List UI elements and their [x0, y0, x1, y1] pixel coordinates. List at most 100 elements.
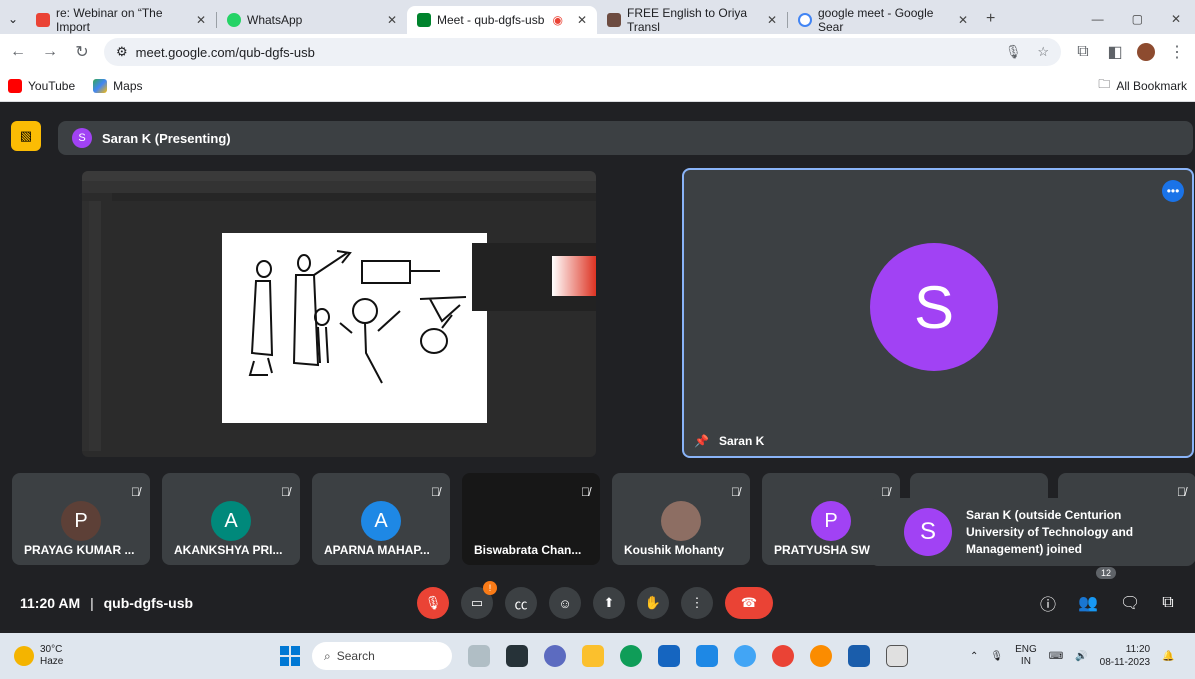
microphone-icon[interactable]: 🎙: [990, 651, 1003, 662]
app-icon[interactable]: [696, 645, 718, 667]
window-close-button[interactable]: ✕: [1171, 12, 1181, 26]
close-icon[interactable]: ✕: [767, 13, 777, 27]
google-icon: [798, 13, 812, 27]
edge-icon[interactable]: [620, 645, 642, 667]
menu-dots-icon[interactable]: ⋮: [1167, 42, 1187, 62]
stop-presenting-icon[interactable]: ▧: [11, 121, 41, 151]
close-icon[interactable]: ✕: [387, 13, 397, 27]
presenting-label: Saran K (Presenting): [102, 130, 231, 146]
bookmark-star-icon[interactable]: ☆: [1037, 44, 1049, 60]
participant-name: PRATYUSHA SW...: [774, 543, 880, 557]
close-icon[interactable]: ✕: [577, 13, 587, 27]
participant-tile[interactable]: 🎙̸ Koushik Mohanty: [612, 473, 750, 565]
reload-icon[interactable]: ↻: [72, 42, 92, 62]
all-bookmarks-button[interactable]: 🗀 All Bookmark: [1098, 75, 1187, 96]
mic-off-icon: 🎙̸: [881, 485, 890, 499]
weather-widget[interactable]: 30°C Haze: [14, 644, 63, 668]
clock[interactable]: 11:20 08-11-2023: [1100, 643, 1150, 669]
leave-call-button[interactable]: ☎: [725, 587, 773, 619]
close-icon[interactable]: ✕: [958, 13, 968, 27]
more-options-button[interactable]: ⋮: [681, 587, 713, 619]
bookmarks-bar: YouTube Maps 🗀 All Bookmark: [0, 70, 1195, 102]
profile-avatar[interactable]: [1137, 43, 1155, 61]
sketch-canvas: [222, 233, 487, 423]
all-bookmarks-label: All Bookmark: [1116, 78, 1187, 93]
tab-translate[interactable]: FREE English to Oriya Transl ✕: [597, 6, 787, 34]
tab-list-chevron-icon[interactable]: ⌄: [0, 12, 26, 34]
participant-tile[interactable]: 🎙̸ Biswabrata Chan...: [462, 473, 600, 565]
tab-title: google meet - Google Sear: [818, 6, 934, 34]
chrome-canary-icon[interactable]: [810, 645, 832, 667]
extensions-icon[interactable]: ⧉: [1073, 43, 1093, 61]
site-settings-icon[interactable]: ⚙: [116, 44, 128, 60]
participant-avatar: P: [811, 501, 851, 541]
snipping-tool-icon[interactable]: [886, 645, 908, 667]
participant-tile[interactable]: 🎙̸ A AKANKSHYA PRI...: [162, 473, 300, 565]
address-bar[interactable]: ⚙ meet.google.com/qub-dgfs-usb 🎙 ☆: [104, 38, 1061, 66]
reactions-button[interactable]: ☺: [549, 587, 581, 619]
youtube-icon: [8, 78, 22, 93]
hand-icon: ✋: [644, 595, 662, 610]
participant-name: Biswabrata Chan...: [474, 543, 582, 557]
mic-off-icon: 🎙̸: [431, 485, 440, 499]
close-icon[interactable]: ✕: [196, 13, 206, 27]
info-icon[interactable]: ⓘ: [1040, 591, 1056, 615]
captions-button[interactable]: ㏄: [505, 587, 537, 619]
more-vert-icon: ⋮: [690, 595, 704, 610]
microphone-icon[interactable]: 🎙: [1005, 44, 1022, 60]
forward-arrow-icon[interactable]: →: [40, 43, 60, 61]
presenting-banner: S Saran K (Presenting): [58, 121, 1193, 155]
more-options-icon[interactable]: •••: [1162, 180, 1184, 202]
tab-meet[interactable]: Meet - qub-dgfs-usb ◉ ✕: [407, 6, 597, 34]
chrome-icon[interactable]: [772, 645, 794, 667]
side-panel-icon[interactable]: ◧: [1105, 42, 1125, 62]
tab-title: FREE English to Oriya Transl: [627, 6, 748, 34]
participant-name: AKANKSHYA PRI...: [174, 543, 283, 557]
store-icon[interactable]: [658, 645, 680, 667]
chat-icon[interactable]: 🗨: [1120, 593, 1140, 613]
maximize-button[interactable]: ▢: [1132, 12, 1143, 26]
sketch-drawing: [248, 250, 467, 384]
taskbar-search[interactable]: ⌕ Search: [312, 642, 452, 670]
captions-icon: ㏄: [514, 596, 528, 612]
chevron-up-icon[interactable]: ⌃: [970, 651, 978, 662]
mic-off-icon: 🎙̸: [131, 485, 140, 499]
pin-icon[interactable]: 📌: [694, 434, 709, 448]
translate-icon: [607, 13, 621, 27]
mic-toggle-button[interactable]: 🎙: [417, 587, 449, 619]
back-arrow-icon[interactable]: ←: [8, 43, 28, 61]
chat-app-icon[interactable]: [544, 645, 566, 667]
minimize-button[interactable]: —: [1092, 12, 1104, 26]
raise-hand-button[interactable]: ✋: [637, 587, 669, 619]
app-icon[interactable]: [734, 645, 756, 667]
speaker-name-row: 📌 Saran K: [694, 434, 764, 448]
windows-start-icon[interactable]: [280, 646, 300, 666]
tab-gmail[interactable]: re: Webinar on “The Import ✕: [26, 6, 216, 34]
speaker-tile[interactable]: ••• S 📌 Saran K: [682, 168, 1194, 458]
taskbar-app-icon[interactable]: [468, 645, 490, 667]
network-icon[interactable]: ⌨: [1049, 651, 1063, 662]
people-icon[interactable]: 👥: [1078, 593, 1098, 613]
word-icon[interactable]: [848, 645, 870, 667]
language-indicator[interactable]: ENG IN: [1015, 644, 1037, 668]
bookmark-youtube[interactable]: YouTube: [8, 78, 75, 93]
camera-toggle-button[interactable]: ▭!: [461, 581, 497, 619]
participant-name: Koushik Mohanty: [624, 543, 725, 557]
notification-bell-icon[interactable]: 🔔: [1162, 651, 1174, 662]
participant-tile[interactable]: 🎙̸ A APARNA MAHAP...: [312, 473, 450, 565]
file-explorer-icon[interactable]: [582, 645, 604, 667]
camera-icon: ▭: [470, 595, 484, 610]
volume-icon[interactable]: 🔊: [1075, 651, 1087, 662]
meet-controls: 11:20 AM | qub-dgfs-usb 🎙 ▭! ㏄ ☺ ⬆ ✋ ⋮ ☎…: [0, 567, 1195, 631]
tab-google-search[interactable]: google meet - Google Sear ✕: [788, 6, 978, 34]
new-tab-button[interactable]: +: [978, 10, 995, 34]
speaker-avatar: S: [870, 243, 998, 371]
participant-tile[interactable]: 🎙̸ P PRAYAG KUMAR ...: [12, 473, 150, 565]
shared-screen[interactable]: [82, 171, 596, 457]
bookmark-maps[interactable]: Maps: [93, 78, 143, 93]
present-button[interactable]: ⬆: [593, 587, 625, 619]
activities-icon[interactable]: ⧉: [1162, 594, 1173, 612]
folder-icon: 🗀: [1098, 77, 1111, 91]
tab-whatsapp[interactable]: WhatsApp ✕: [217, 6, 407, 34]
taskview-icon[interactable]: [506, 645, 528, 667]
